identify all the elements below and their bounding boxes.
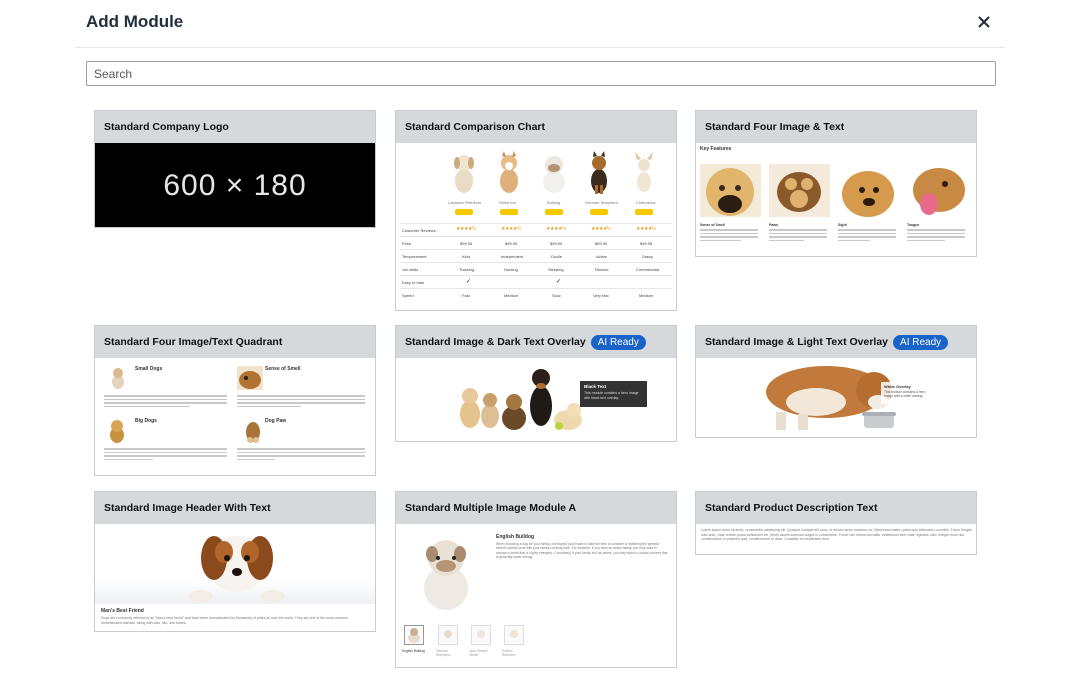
module-card-comparison-chart[interactable]: Standard Comparison Chart Labrador Retri… [395, 110, 677, 311]
module-title: Standard Company Logo [104, 121, 229, 133]
puppy-image [189, 536, 285, 602]
search-input[interactable] [86, 61, 996, 86]
module-card-multiple-image[interactable]: Standard Multiple Image Module A English… [395, 491, 677, 668]
column-header: Shiba Inu [499, 200, 516, 205]
preview-text: When choosing a dog for your family, one… [496, 542, 668, 559]
dog-image [769, 164, 830, 217]
dialog-title: Add Module [86, 12, 184, 31]
module-title: Standard Comparison Chart [405, 121, 546, 133]
product-description-preview: Lorem ipsum dolor sit amet, consectetur … [696, 524, 976, 554]
table-row: Easy to train ✓ ✓ [400, 275, 672, 288]
module-card-company-logo[interactable]: Standard Company Logo 600 × 180 [94, 110, 376, 228]
thumbnail [438, 625, 458, 645]
dog-image [907, 164, 968, 217]
thumbnail [404, 625, 424, 645]
thumbnail [504, 625, 524, 645]
module-card-image-header-text[interactable]: Standard Image Header With Text Man's Be… [94, 491, 376, 632]
table-row: Job skills Tracking Hunting Sleeping Res… [400, 262, 672, 275]
multiple-image-preview: English Bulldog When choosing a dog for … [402, 534, 668, 657]
dog-image [635, 152, 653, 192]
dog-image [112, 368, 124, 389]
table-row: Temperament Kind Independent Docile Acti… [400, 249, 672, 262]
dark-overlay-box: Black Text This module contains a hero i… [580, 381, 647, 407]
module-card-four-image-quadrant[interactable]: Standard Four Image/Text Quadrant Small … [94, 325, 376, 476]
close-icon[interactable] [973, 11, 995, 33]
light-overlay-box: White Overlay This module contains a her… [881, 382, 936, 404]
preview-text: Dogs are commonly referred to as "Man's … [101, 616, 349, 625]
dog-image [838, 164, 899, 217]
dog-image [246, 422, 260, 443]
add-to-cart-button [635, 209, 653, 215]
ai-ready-badge: AI Ready [893, 334, 949, 350]
module-card-four-image-text[interactable]: Standard Four Image & Text Key Features … [695, 110, 977, 257]
dog-image [543, 156, 565, 193]
add-to-cart-button [590, 209, 608, 215]
dog-image [700, 164, 761, 217]
image-header-preview: Man's Best Friend Dogs are commonly refe… [95, 524, 375, 631]
dog-image [591, 151, 607, 194]
preview-heading: Man's Best Friend [101, 608, 144, 614]
module-title: Standard Image & Dark Text Overlay [405, 336, 586, 348]
dark-overlay-preview: Black Text This module contains a hero i… [396, 358, 676, 441]
column-header: Labrador Retriever [448, 200, 482, 205]
module-card-product-description[interactable]: Standard Product Description Text Lorem … [695, 491, 977, 555]
dog-image [110, 420, 124, 443]
module-title: Standard Four Image & Text [705, 121, 845, 133]
module-card-dark-text-overlay[interactable]: Standard Image & Dark Text Overlay AI Re… [395, 325, 677, 442]
comparison-preview: Labrador Retriever Shiba Inu Bulldog Ger… [396, 143, 676, 310]
table-row: Speed Fast Medium Slow Very fast Medium [400, 288, 672, 301]
dog-image [500, 151, 518, 193]
dog-image [237, 366, 263, 390]
four-image-preview: Key Features Sense of Smell Paws Sight T… [696, 143, 976, 256]
table-row: Price $99.95 $99.95 $99.95 $99.95 $99.95 [400, 236, 672, 249]
dog-image [454, 155, 474, 193]
preview-text: Lorem ipsum dolor sit amet, consectetur … [701, 528, 972, 542]
preview-heading: Key Features [700, 146, 732, 152]
column-header: German Shepherd [585, 200, 618, 205]
column-header: Bulldog [547, 200, 561, 205]
column-header: Chihuahua [636, 200, 656, 205]
quadrant-preview: Small Dogs Sense of Smell Big Dogs Dog P… [95, 358, 375, 475]
module-card-light-text-overlay[interactable]: Standard Image & Light Text Overlay AI R… [695, 325, 977, 438]
module-title: Standard Product Description Text [705, 502, 878, 514]
ai-ready-badge: AI Ready [590, 334, 646, 350]
dialog-header: Add Module [75, 0, 1005, 48]
add-to-cart-button [545, 209, 563, 215]
add-to-cart-button [500, 209, 518, 215]
add-to-cart-button [455, 209, 473, 215]
module-title: Standard Multiple Image Module A [405, 502, 577, 514]
module-title: Standard Image & Light Text Overlay [705, 336, 889, 348]
light-overlay-preview: White Overlay This module contains a her… [696, 358, 976, 437]
bulldog-image [424, 540, 468, 610]
preview-heading: English Bulldog [496, 534, 535, 540]
logo-placeholder-text: 600 × 180 [163, 169, 307, 202]
module-title: Standard Four Image/Text Quadrant [104, 336, 283, 348]
module-title: Standard Image Header With Text [104, 502, 271, 514]
thumbnail [471, 625, 491, 645]
logo-preview: 600 × 180 [95, 143, 375, 227]
table-row: Customer Reviews ★★★★½ ★★★★½ ★★★★½ ★★★★½… [400, 223, 672, 236]
